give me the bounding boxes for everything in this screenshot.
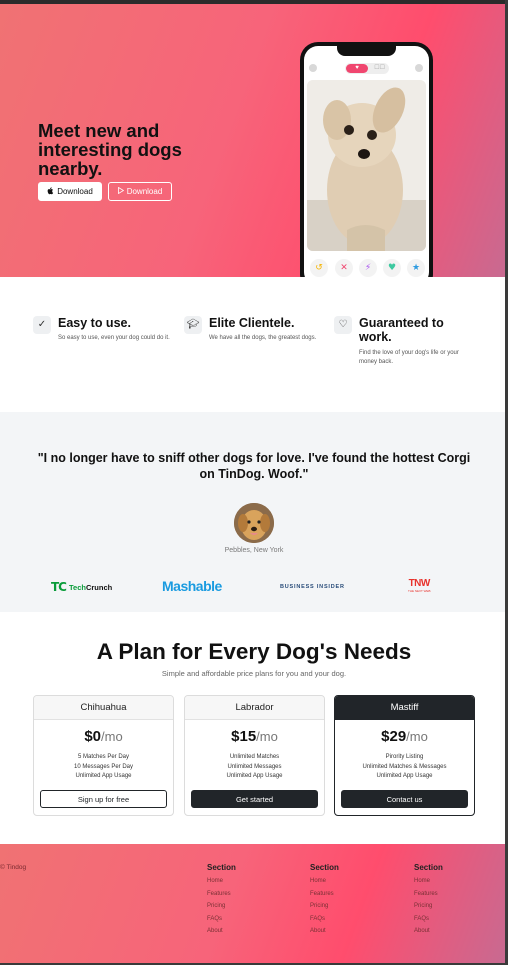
check-circle-icon: ✓ xyxy=(33,316,51,334)
footer-link-home[interactable]: Home xyxy=(310,875,339,888)
phone-notch xyxy=(337,46,396,56)
plan-card-labrador: Labrador $15/mo Unlimited Matches Unlimi… xyxy=(184,695,325,816)
sign-up-free-button[interactable]: Sign up for free xyxy=(40,790,167,808)
plan-features: Unlimited Matches Unlimited Messages Unl… xyxy=(226,754,283,779)
get-started-button[interactable]: Get started xyxy=(191,790,318,808)
like-icon[interactable]: ♥ xyxy=(383,259,401,277)
plan-features: 5 Matches Per Day 10 Messages Per Day Un… xyxy=(73,754,134,779)
tnw-logo: TNW THE NEXT WEB xyxy=(408,578,431,594)
download-play-button[interactable]: Download xyxy=(108,182,172,201)
feature-text: We have all the dogs, the greatest dogs. xyxy=(209,335,317,341)
download-apple-button[interactable]: Download xyxy=(38,182,102,201)
footer-link-pricing[interactable]: Pricing xyxy=(414,900,443,913)
footer-heading: Section xyxy=(414,863,443,872)
download-apple-label: Download xyxy=(57,187,93,196)
testimonial-author: Pebbles, New York xyxy=(224,547,284,554)
footer: © Tindog Section Home Features Pricing F… xyxy=(0,844,505,964)
footer-link-pricing[interactable]: Pricing xyxy=(310,900,339,913)
footer-link-faqs[interactable]: FAQs xyxy=(207,913,236,926)
apple-icon xyxy=(47,186,54,197)
toggle-on: ♥ xyxy=(346,64,368,73)
features-section: ✓ Easy to use. So easy to use, even your… xyxy=(0,277,505,412)
heart-arrow-icon: ♡ xyxy=(334,316,352,334)
feature-title: Easy to use. xyxy=(58,316,131,330)
footer-link-home[interactable]: Home xyxy=(414,875,443,888)
feature-text: So easy to use, even your dog could do i… xyxy=(58,335,170,341)
pricing-title: A Plan for Every Dog's Needs xyxy=(96,639,412,664)
plan-price: $29/mo xyxy=(381,728,428,745)
mashable-logo: Mashable xyxy=(162,578,222,594)
footer-link-about[interactable]: About xyxy=(207,925,236,938)
reject-icon[interactable]: ✕ xyxy=(335,259,353,277)
copyright: © Tindog xyxy=(0,864,27,871)
footer-link-features[interactable]: Features xyxy=(414,888,443,901)
footer-column: Section Home Features Pricing FAQs About xyxy=(414,863,443,938)
play-icon xyxy=(117,186,124,196)
footer-heading: Section xyxy=(207,863,236,872)
download-play-label: Download xyxy=(126,187,163,196)
hero-section: Meet new and interesting dogs nearby. Do… xyxy=(0,4,505,277)
testimonial-section: "I no longer have to sniff other dogs fo… xyxy=(0,412,505,612)
feature-title: Elite Clientele. xyxy=(209,316,295,330)
feature-title: Guaranteed to work. xyxy=(359,316,444,344)
chat-icon[interactable] xyxy=(415,64,423,72)
contact-us-button[interactable]: Contact us xyxy=(341,790,468,808)
footer-heading: Section xyxy=(310,863,339,872)
mode-toggle[interactable]: ♥ ☐☐ xyxy=(345,63,389,74)
footer-link-home[interactable]: Home xyxy=(207,875,236,888)
footer-link-faqs[interactable]: FAQs xyxy=(414,913,443,926)
feature-text: Find the love of your dog's life or your… xyxy=(359,350,459,365)
profile-icon[interactable] xyxy=(309,64,317,72)
testimonial-quote: "I no longer have to sniff other dogs fo… xyxy=(37,451,471,481)
footer-link-features[interactable]: Features xyxy=(310,888,339,901)
superlike-icon[interactable]: ★ xyxy=(407,259,425,277)
rewind-icon[interactable]: ↺ xyxy=(310,259,328,277)
footer-link-features[interactable]: Features xyxy=(207,888,236,901)
swipe-actions: ↺ ✕ ⚡ ♥ ★ xyxy=(304,257,429,277)
business-insider-logo: BUSINESS INSIDER xyxy=(280,584,345,590)
plan-name: Mastiff xyxy=(335,696,474,720)
phone-screen: ♥ ☐☐ ↺ ✕ ⚡ ♥ ★ xyxy=(304,46,429,277)
footer-link-about[interactable]: About xyxy=(310,925,339,938)
plan-price: $15/mo xyxy=(231,728,278,745)
phone-mockup: ♥ ☐☐ ↺ ✕ ⚡ ♥ ★ xyxy=(300,42,433,277)
avatar xyxy=(234,503,274,543)
footer-link-about[interactable]: About xyxy=(414,925,443,938)
plan-name: Labrador xyxy=(185,696,324,720)
footer-column: Section Home Features Pricing FAQs About xyxy=(207,863,236,938)
plan-card-mastiff: Mastiff $29/mo Pirority Listing Unlimite… xyxy=(334,695,475,816)
dog-photo xyxy=(307,80,426,251)
pricing-subtitle: Simple and affordable price plans for yo… xyxy=(161,669,347,678)
footer-column: Section Home Features Pricing FAQs About xyxy=(310,863,339,938)
plan-features: Pirority Listing Unlimited Matches & Mes… xyxy=(362,754,447,779)
plan-name: Chihuahua xyxy=(34,696,173,720)
techcrunch-logo: TC TechCrunch xyxy=(51,580,113,594)
plan-card-chihuahua: Chihuahua $0/mo 5 Matches Per Day 10 Mes… xyxy=(33,695,174,816)
plan-price: $0/mo xyxy=(84,728,123,745)
phone-app-header: ♥ ☐☐ xyxy=(304,62,429,76)
pricing-section: A Plan for Every Dog's Needs Simple and … xyxy=(0,612,505,844)
graduation-cap-icon: 🎓︎ xyxy=(184,316,202,334)
footer-link-faqs[interactable]: FAQs xyxy=(310,913,339,926)
toggle-off: ☐☐ xyxy=(374,65,385,71)
boost-icon[interactable]: ⚡ xyxy=(359,259,377,277)
hero-title: Meet new and interesting dogs nearby. xyxy=(38,120,182,179)
footer-link-pricing[interactable]: Pricing xyxy=(207,900,236,913)
